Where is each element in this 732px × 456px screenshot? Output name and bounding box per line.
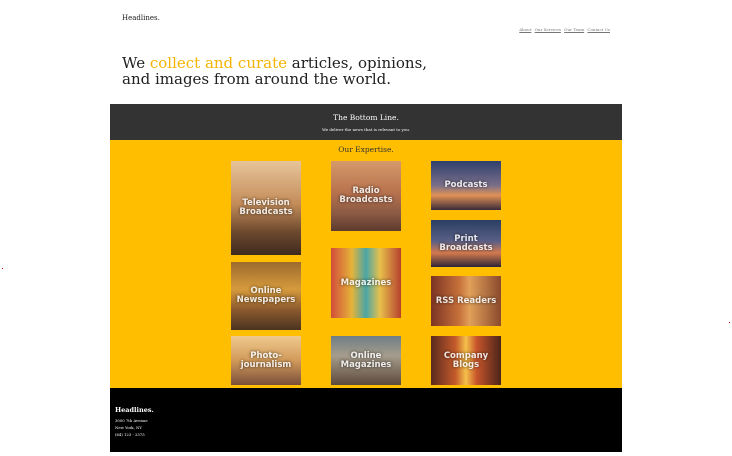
hero-headline: We collect and curate articles, opinions…	[122, 55, 442, 87]
tile-label: Online Magazines	[340, 350, 392, 370]
tile-photojournalism[interactable]: Photo-journalism	[231, 336, 301, 385]
banner-subtitle: We deliver the news that is relevant to …	[321, 127, 411, 132]
bottom-line-banner: The Bottom Line. We deliver the news tha…	[110, 104, 622, 140]
nav-our-team[interactable]: Our Team	[564, 27, 584, 32]
tile-rss-readers[interactable]: RSS Readers	[431, 276, 501, 326]
tile-company-blogs[interactable]: Company Blogs	[431, 336, 501, 385]
tile-online-magazines[interactable]: Online Magazines	[331, 336, 401, 385]
expertise-section: Our Expertise. Television Broadcasts Onl…	[110, 140, 622, 388]
tile-label: Company Blogs	[443, 350, 489, 370]
tile-magazines[interactable]: Magazines	[331, 248, 401, 318]
footer-address-street: 3000 7th Avenue	[115, 418, 148, 423]
edge-marker-dot	[729, 322, 730, 323]
site-brand[interactable]: Headlines.	[122, 14, 160, 22]
footer-phone: (64) 123 - 2375	[115, 432, 145, 437]
tile-podcasts[interactable]: Podcasts	[431, 161, 501, 210]
tile-radio-broadcasts[interactable]: Radio Broadcasts	[331, 161, 401, 231]
edge-marker-dot	[2, 268, 3, 269]
tile-television-broadcasts[interactable]: Television Broadcasts	[231, 161, 301, 255]
tile-label: Television Broadcasts	[239, 198, 293, 217]
nav-about[interactable]: About	[519, 27, 531, 32]
tile-label: Photo-journalism	[240, 350, 292, 370]
site-footer: Headlines. 3000 7th Avenue New York, NY …	[110, 388, 622, 452]
tile-online-newspapers[interactable]: Online Newspapers	[231, 262, 301, 330]
tile-label: Podcasts	[444, 180, 488, 190]
banner-title: The Bottom Line.	[333, 113, 399, 122]
expertise-heading: Our Expertise.	[338, 145, 394, 154]
footer-brand: Headlines.	[115, 406, 154, 414]
tile-label: Magazines	[340, 277, 392, 288]
top-nav: About Our Services Our Team Contact Us	[517, 27, 610, 32]
tile-label: RSS Readers	[435, 295, 497, 306]
tile-print-broadcasts[interactable]: Print Broadcasts	[431, 220, 501, 267]
tile-label: Online Newspapers	[236, 286, 296, 305]
tile-label: Print Broadcasts	[439, 233, 493, 253]
tile-label: Radio Broadcasts	[339, 186, 393, 205]
footer-address-city: New York, NY	[115, 425, 142, 430]
nav-contact-us[interactable]: Contact Us	[587, 27, 610, 32]
nav-our-services[interactable]: Our Services	[535, 27, 561, 32]
